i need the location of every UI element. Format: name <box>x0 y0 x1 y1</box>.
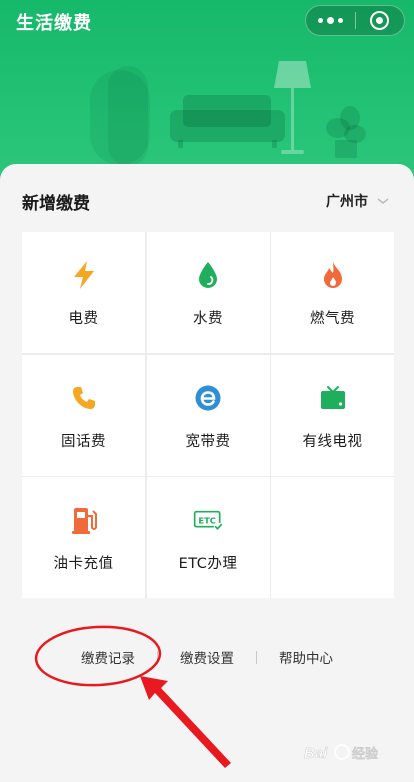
service-gas[interactable]: 燃气费 <box>271 232 394 353</box>
etc-icon: ETC <box>193 510 223 531</box>
service-landline[interactable]: 固话费 <box>22 354 145 476</box>
payment-settings-link[interactable]: 缴费设置 <box>158 647 256 667</box>
lightning-icon <box>73 261 94 289</box>
main-card: 新增缴费 广州市 电费 水费 燃气费 固话费 宽带费 有线电视 油卡充值 ETC… <box>0 164 414 782</box>
service-label: 固话费 <box>61 433 106 450</box>
service-water[interactable]: 水费 <box>146 232 270 353</box>
footer-links: 缴费记录 缴费设置 帮助中心 <box>0 646 414 668</box>
water-drop-icon <box>199 262 217 288</box>
broadband-e-icon <box>195 385 221 410</box>
baidu-paw-logo: Bai 经验 <box>304 744 379 762</box>
service-label: ETC办理 <box>178 556 238 572</box>
service-electricity[interactable]: 电费 <box>22 232 145 353</box>
service-label: 水费 <box>193 311 223 327</box>
mini-program-capsule <box>305 5 405 36</box>
help-center-link[interactable]: 帮助中心 <box>257 647 355 667</box>
section-title: 新增缴费 <box>22 194 90 214</box>
phone-icon <box>72 386 95 409</box>
service-label: 油卡充值 <box>53 556 114 572</box>
service-label: 燃气费 <box>310 311 355 327</box>
target-close-icon <box>370 11 390 30</box>
city-label: 广州市 <box>326 194 368 210</box>
service-label: 宽带费 <box>185 433 231 450</box>
svg-text:Bai: Bai <box>304 745 328 762</box>
svg-text:ETC: ETC <box>198 515 215 525</box>
service-label: 电费 <box>68 311 99 327</box>
fuel-pump-icon <box>71 508 97 534</box>
tv-icon <box>320 385 345 409</box>
service-grid: 电费 水费 燃气费 固话费 宽带费 有线电视 油卡充值 ETC ETC办理 <box>22 232 394 598</box>
empty-cell <box>271 477 394 598</box>
service-fuel-card[interactable]: 油卡充值 <box>22 477 145 598</box>
service-etc[interactable]: ETC ETC办理 <box>146 477 270 598</box>
chevron-down-icon <box>377 198 389 204</box>
service-broadband[interactable]: 宽带费 <box>146 354 270 476</box>
close-button[interactable] <box>355 6 404 35</box>
service-label: 有线电视 <box>302 433 363 450</box>
service-cable-tv[interactable]: 有线电视 <box>271 354 394 476</box>
city-selector[interactable]: 广州市 <box>326 191 390 211</box>
flame-icon <box>323 262 342 288</box>
watermark: Bai 经验 <box>302 734 398 774</box>
payment-records-link[interactable]: 缴费记录 <box>59 647 157 667</box>
page-title: 生活缴费 <box>16 13 92 34</box>
svg-text:经验: 经验 <box>352 746 379 762</box>
more-dots-icon <box>317 17 343 24</box>
more-menu-button[interactable] <box>306 6 355 35</box>
